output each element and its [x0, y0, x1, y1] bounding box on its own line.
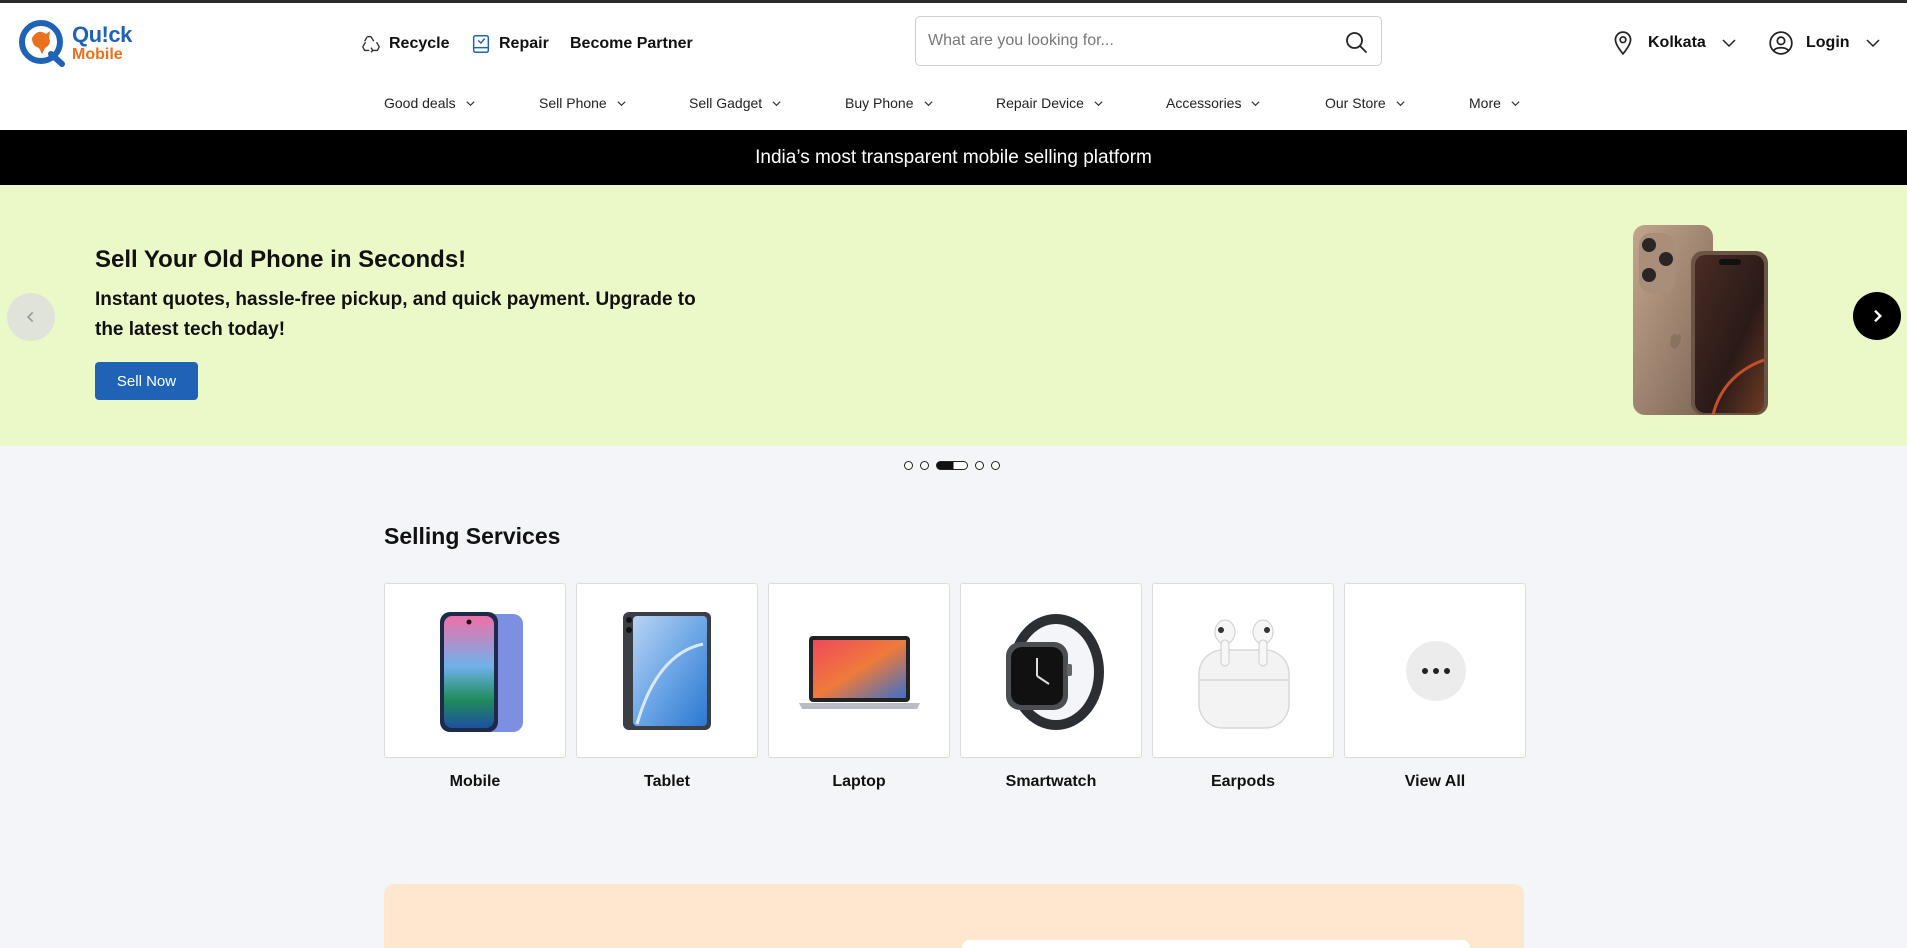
nav-recycle-label: Recycle [389, 35, 450, 52]
service-card-mobile[interactable] [384, 583, 566, 758]
announcement-bar: India’s most transparent mobile selling … [0, 130, 1907, 185]
category-more[interactable]: More [1469, 95, 1521, 111]
logo-subname: Mobile [72, 45, 123, 63]
category-label: Sell Phone [539, 95, 607, 111]
chevron-down-icon [617, 100, 626, 106]
laptop-icon [799, 636, 920, 709]
chevron-down-icon [1511, 100, 1520, 106]
site-header: Qu!ck Mobile Recycle Repair Become Partn… [0, 3, 1907, 130]
service-card-smartwatch[interactable] [960, 583, 1142, 758]
category-repair-device[interactable]: Repair Device [996, 95, 1104, 111]
service-label: Earpods [1210, 773, 1275, 790]
carousel-prev-button[interactable] [7, 293, 55, 341]
chevron-down-icon [923, 100, 933, 106]
category-good-deals[interactable]: Good deals [384, 95, 476, 111]
more-dots-icon [1406, 641, 1466, 701]
logo[interactable]: Qu!ck Mobile [18, 17, 138, 69]
hero-carousel: Sell Your Old Phone in Seconds! Instant … [0, 185, 1907, 446]
mobile-phone-icon [440, 612, 523, 732]
chevron-down-icon [1864, 34, 1882, 52]
login-menu[interactable]: Login [1768, 28, 1882, 58]
logo-icon [18, 18, 68, 68]
carousel-dot[interactable] [920, 461, 929, 470]
nav-repair[interactable]: Repair [470, 29, 549, 59]
recycle-icon [360, 33, 382, 55]
promo-card [962, 940, 1470, 948]
service-label: View All [1404, 773, 1466, 790]
carousel-dot[interactable] [975, 461, 984, 470]
chevron-down-icon [1396, 100, 1405, 106]
chevron-down-icon [466, 100, 475, 106]
chevron-down-icon [1720, 34, 1738, 52]
category-nav: Good deals Sell Phone Sell Gadget Buy Ph… [0, 95, 1907, 119]
service-card-view-all[interactable] [1344, 583, 1526, 758]
nav-recycle[interactable]: Recycle [360, 29, 450, 59]
section-title: Selling Services [384, 523, 561, 549]
search-input[interactable] [928, 32, 1328, 50]
carousel-dot-active[interactable] [936, 461, 968, 470]
category-label: Our Store [1325, 95, 1386, 111]
category-label: Good deals [384, 95, 456, 111]
category-accessories[interactable]: Accessories [1166, 95, 1261, 111]
tablet-icon [623, 612, 711, 730]
map-pin-icon [1610, 30, 1636, 56]
hero-subtitle: Instant quotes, hassle-free pickup, and … [95, 289, 696, 340]
service-card-tablet[interactable] [576, 583, 758, 758]
logo-name: Qu!ck [72, 21, 132, 47]
carousel-dot[interactable] [991, 461, 1000, 470]
location-city: Kolkata [1648, 34, 1706, 51]
service-label: Mobile [449, 773, 501, 790]
category-label: Accessories [1166, 95, 1242, 111]
chevron-down-icon [1251, 100, 1261, 106]
carousel-dot[interactable] [904, 461, 913, 470]
category-sell-phone[interactable]: Sell Phone [539, 95, 627, 111]
category-label: Sell Gadget [689, 95, 763, 111]
service-label: Smartwatch [1005, 773, 1097, 790]
search-icon[interactable] [1344, 30, 1368, 54]
earpods-icon [1198, 619, 1290, 729]
selling-services-grid: Mobile Tablet Laptop Smartwatch Earpods … [384, 583, 1526, 793]
category-label: More [1469, 95, 1501, 111]
service-label: Laptop [832, 773, 886, 790]
category-sell-gadget[interactable]: Sell Gadget [689, 95, 782, 111]
hero-title: Sell Your Old Phone in Seconds! [95, 246, 467, 273]
promo-panel [384, 884, 1524, 948]
category-label: Buy Phone [845, 95, 914, 111]
location-selector[interactable]: Kolkata [1610, 28, 1738, 58]
service-card-earpods[interactable] [1152, 583, 1334, 758]
nav-partner-label: Become Partner [570, 35, 693, 52]
service-card-laptop[interactable] [768, 583, 950, 758]
category-label: Repair Device [996, 95, 1084, 111]
carousel-pagination [904, 461, 1007, 470]
login-label: Login [1806, 34, 1850, 51]
user-circle-icon [1768, 30, 1794, 56]
service-label: Tablet [644, 773, 690, 790]
search-bar [915, 16, 1382, 66]
sell-now-button[interactable]: Sell Now [95, 362, 198, 400]
category-buy-phone[interactable]: Buy Phone [845, 95, 934, 111]
chevron-down-icon [772, 100, 781, 106]
carousel-next-button[interactable] [1853, 292, 1901, 340]
hero-phone-image [1633, 225, 1768, 416]
category-our-store[interactable]: Our Store [1325, 95, 1406, 111]
chevron-down-icon [1094, 100, 1103, 106]
announcement-text: India’s most transparent mobile selling … [755, 146, 1152, 168]
smartwatch-icon [1006, 614, 1104, 730]
nav-become-partner[interactable]: Become Partner [570, 29, 693, 59]
nav-repair-label: Repair [499, 35, 549, 52]
repair-icon [470, 33, 492, 55]
